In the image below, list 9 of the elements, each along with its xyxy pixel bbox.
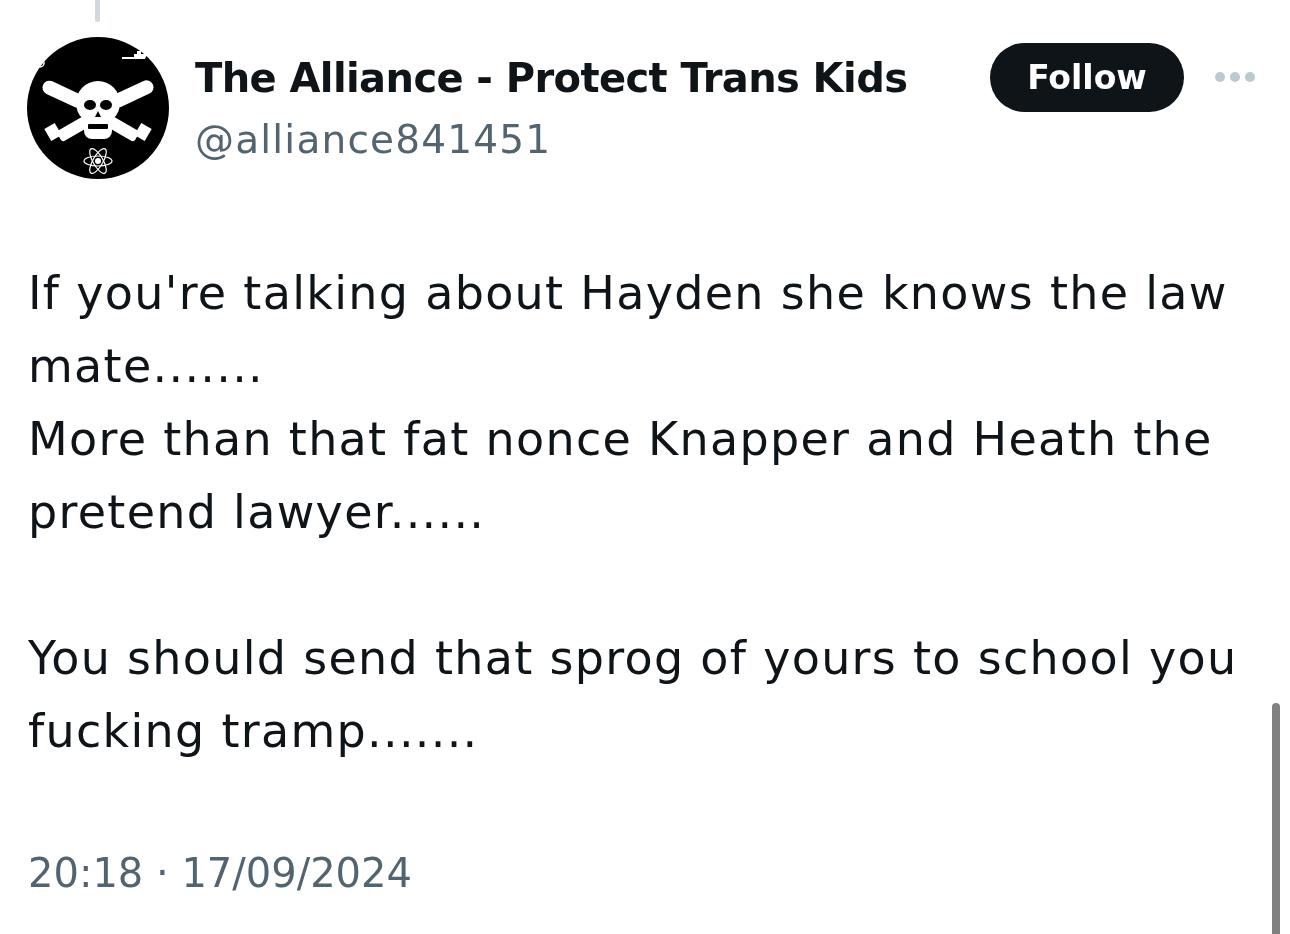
scrollbar[interactable]	[1272, 703, 1280, 934]
user-handle[interactable]: @alliance841451	[195, 115, 990, 165]
tweet-text: If you're talking about Hayden she knows the law mate.......	[28, 265, 1229, 395]
post-timestamp[interactable]: 20:18 · 17/09/2024	[28, 845, 412, 901]
tweet-text: More than that fat nonce Knapper and Heath the pretend lawyer......	[28, 411, 1214, 541]
follow-button[interactable]: Follow	[990, 43, 1184, 112]
display-name[interactable]: The Alliance - Protect Trans Kids	[195, 52, 990, 104]
more-options-icon[interactable]	[1215, 72, 1255, 82]
tweet-text: You should send that sprog of yours to school you fucking tramp.......	[28, 630, 1239, 760]
